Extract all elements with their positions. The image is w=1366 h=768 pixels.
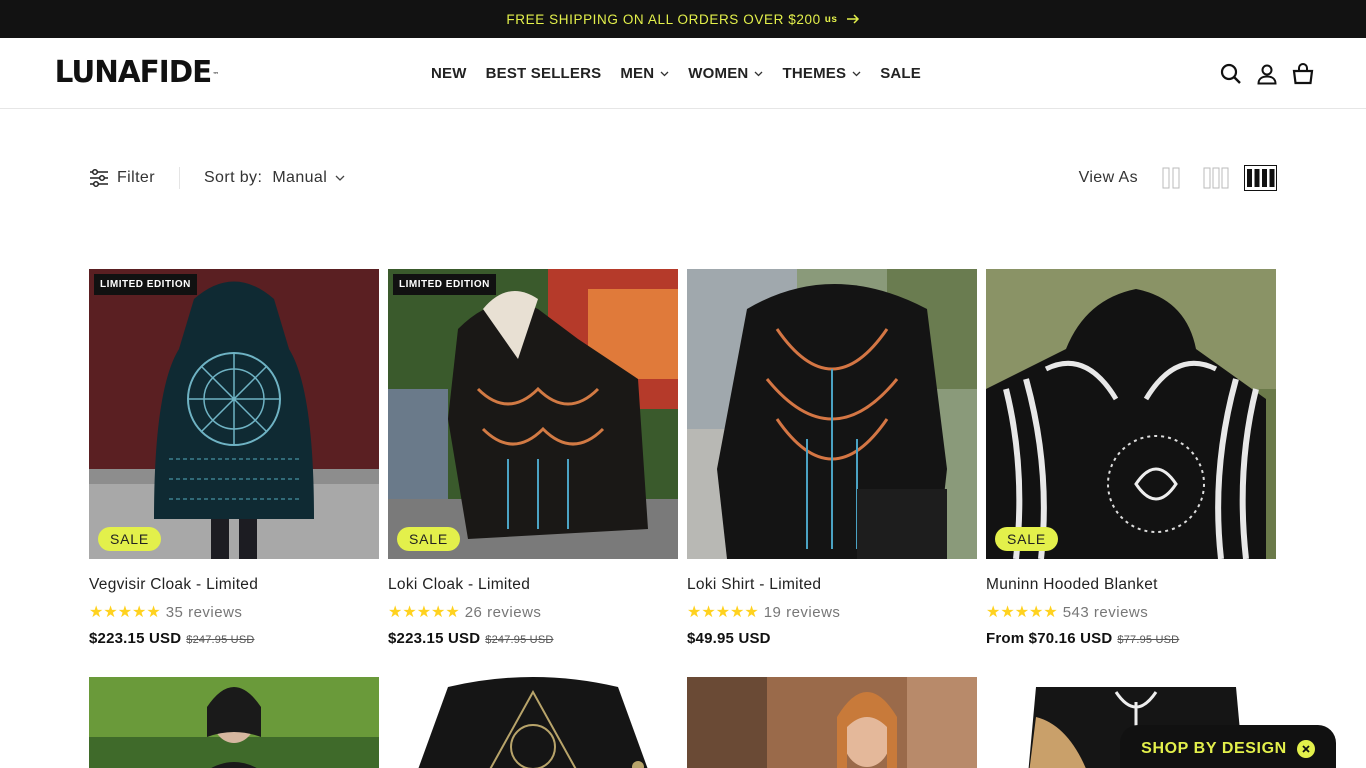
product-card[interactable]: SALE Muninn Hooded Blanket ★★★★★ 543 rev… [986, 269, 1276, 647]
limited-edition-badge: LIMITED EDITION [94, 274, 197, 295]
toolbar-divider [178, 167, 180, 189]
chevron-down-icon [335, 175, 345, 181]
sliders-icon [90, 168, 108, 188]
sort-value: Manual [272, 169, 328, 186]
sort-label: Sort by: [203, 169, 263, 186]
main-nav: NEW BEST SELLERS MEN WOMEN THEMES SALE [431, 38, 940, 109]
nav-label: NEW [431, 65, 467, 82]
product-image[interactable] [687, 269, 977, 559]
cart-icon[interactable] [1292, 62, 1314, 85]
nav-item-women[interactable]: WOMEN [688, 65, 763, 82]
view-2-column-button[interactable] [1154, 165, 1187, 191]
chevron-down-icon [660, 71, 669, 76]
star-rating-icon: ★★★★★ [388, 604, 460, 621]
sale-price: From $70.16 USD [986, 630, 1113, 647]
sale-badge: SALE [98, 527, 161, 551]
view-4-column-button[interactable] [1244, 165, 1277, 191]
announcement-currency: us [824, 13, 838, 25]
star-rating-icon: ★★★★★ [89, 604, 161, 621]
view-as-control: View As [1079, 165, 1277, 191]
nav-label: BEST SELLERS [485, 65, 602, 82]
nav-item-new[interactable]: NEW [431, 65, 467, 82]
close-icon[interactable] [1296, 740, 1315, 758]
chevron-down-icon [755, 71, 763, 76]
review-count: 35 reviews [165, 603, 243, 621]
search-icon[interactable] [1220, 63, 1242, 85]
product-card[interactable]: Loki Shirt - Limited ★★★★★ 19 reviews $4… [687, 269, 977, 647]
product-grid: LIMITED EDITION SALE Vegvisir Cloak - Li… [89, 269, 1277, 647]
sale-price: $223.15 USD [388, 630, 481, 647]
product-price: From $70.16 USD $77.95 USD [986, 630, 1276, 647]
product-rating: ★★★★★ 19 reviews [687, 602, 977, 622]
filter-button[interactable]: Filter [89, 168, 155, 188]
arrow-right-icon [846, 14, 859, 24]
collection-toolbar: Filter Sort by: Manual View As [89, 160, 1277, 196]
star-rating-icon: ★★★★★ [986, 604, 1058, 621]
nav-item-men[interactable]: MEN [620, 65, 669, 82]
nav-label: MEN [620, 65, 655, 82]
product-title[interactable]: Muninn Hooded Blanket [986, 576, 1276, 594]
shop-by-design-label: SHOP BY DESIGN [1141, 740, 1287, 757]
star-rating-icon: ★★★★★ [687, 604, 759, 621]
product-title[interactable]: Vegvisir Cloak - Limited [89, 576, 379, 594]
sale-badge: SALE [397, 527, 460, 551]
product-rating: ★★★★★ 35 reviews [89, 602, 379, 622]
limited-edition-badge: LIMITED EDITION [393, 274, 496, 295]
product-rating: ★★★★★ 543 reviews [986, 602, 1276, 622]
product-image[interactable] [388, 677, 678, 768]
sale-price: $49.95 USD [687, 630, 771, 647]
product-image[interactable]: LIMITED EDITION SALE [89, 269, 379, 559]
announcement-text: FREE SHIPPING ON ALL ORDERS OVER $200 [506, 11, 821, 27]
grid-2-icon [1162, 167, 1179, 189]
filter-label: Filter [117, 169, 155, 186]
product-image[interactable] [89, 677, 379, 768]
account-icon[interactable] [1256, 63, 1278, 85]
nav-item-themes[interactable]: THEMES [782, 65, 861, 82]
review-count: 543 reviews [1062, 603, 1149, 621]
site-header: LUNAFIDE™ NEW BEST SELLERS MEN WOMEN THE… [0, 38, 1366, 109]
product-title[interactable]: Loki Shirt - Limited [687, 576, 977, 594]
view-3-column-button[interactable] [1199, 165, 1232, 191]
brand-logo-text: LUNAFIDE [54, 55, 213, 90]
product-price: $49.95 USD [687, 630, 977, 647]
sort-control: Sort by: Manual [204, 169, 345, 187]
compare-price: $247.95 USD [485, 634, 554, 646]
review-count: 26 reviews [464, 603, 542, 621]
nav-label: WOMEN [688, 65, 749, 82]
brand-logo[interactable]: LUNAFIDE™ [54, 55, 219, 90]
product-rating: ★★★★★ 26 reviews [388, 602, 678, 622]
header-actions [1220, 38, 1314, 109]
shop-by-design-button[interactable]: SHOP BY DESIGN [1120, 725, 1336, 768]
compare-price: $247.95 USD [186, 634, 255, 646]
announcement-bar[interactable]: FREE SHIPPING ON ALL ORDERS OVER $200 us [0, 0, 1366, 38]
product-price: $223.15 USD $247.95 USD [89, 630, 379, 647]
grid-3-icon [1203, 167, 1228, 189]
grid-4-icon [1247, 169, 1275, 187]
chevron-down-icon [852, 71, 861, 76]
nav-label: THEMES [782, 65, 847, 82]
compare-price: $77.95 USD [1117, 634, 1180, 646]
sale-price: $223.15 USD [89, 630, 182, 647]
trademark-mark: ™ [212, 71, 219, 79]
product-card[interactable]: LIMITED EDITION SALE Vegvisir Cloak - Li… [89, 269, 379, 647]
nav-item-sale[interactable]: SALE [880, 65, 921, 82]
sale-badge: SALE [995, 527, 1058, 551]
product-image[interactable]: LIMITED EDITION SALE [388, 269, 678, 559]
product-price: $223.15 USD $247.95 USD [388, 630, 678, 647]
product-card[interactable]: LIMITED EDITION SALE Loki Cloak - Limite… [388, 269, 678, 647]
product-image[interactable]: SALE [986, 269, 1276, 559]
review-count: 19 reviews [763, 603, 841, 621]
nav-label: SALE [880, 65, 921, 82]
sort-select[interactable]: Manual [272, 169, 345, 187]
product-title[interactable]: Loki Cloak - Limited [388, 576, 678, 594]
view-as-label: View As [1078, 169, 1138, 186]
product-image[interactable] [687, 677, 977, 768]
nav-item-best-sellers[interactable]: BEST SELLERS [486, 65, 602, 82]
product-grid-row-2 [89, 677, 1277, 768]
